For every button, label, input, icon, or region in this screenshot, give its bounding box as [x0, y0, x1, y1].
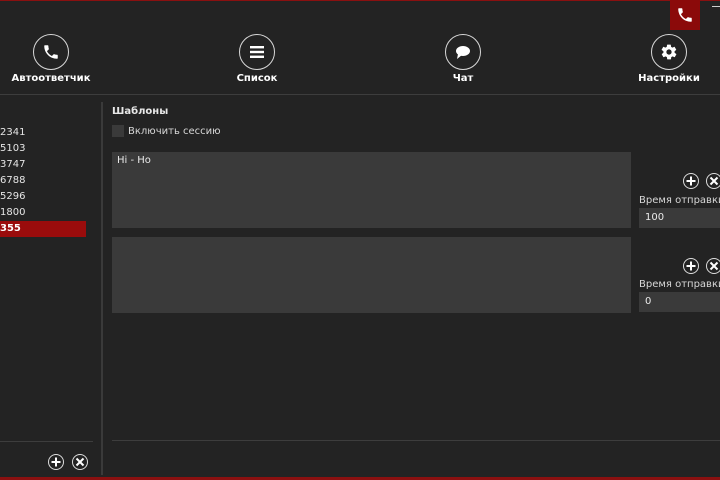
send-time-input-1[interactable]: 100: [639, 208, 720, 228]
remove-template-button[interactable]: [706, 173, 720, 189]
nav-autoresponder[interactable]: Автоответчик: [0, 34, 106, 84]
list-item[interactable]: 2341: [0, 125, 86, 141]
phone-icon: [44, 45, 58, 59]
template-text-1[interactable]: Hi - Ho: [112, 152, 631, 228]
add-template-button[interactable]: [683, 258, 699, 274]
number-list: 2341 5103 3747 6788 5296 1800 355: [0, 125, 86, 237]
nav-list-circle: [239, 34, 275, 70]
call-button[interactable]: [670, 0, 700, 30]
plus-icon: [51, 457, 61, 467]
session-checkbox-label: Включить сессию: [128, 126, 221, 137]
nav-autoresponder-circle: [33, 34, 69, 70]
add-list-item-button[interactable]: [48, 454, 64, 470]
template-text-2[interactable]: [112, 237, 631, 313]
nav-list-label: Список: [236, 73, 278, 84]
list-item[interactable]: 6788: [0, 173, 86, 189]
list-item[interactable]: 1800: [0, 205, 86, 221]
nav-list[interactable]: Список: [202, 34, 312, 84]
list-item[interactable]: 5296: [0, 189, 86, 205]
header-divider: [0, 94, 720, 95]
nav-chat[interactable]: Чат: [408, 34, 518, 84]
list-item[interactable]: 3747: [0, 157, 86, 173]
list-item[interactable]: 5103: [0, 141, 86, 157]
remove-template-button[interactable]: [706, 258, 720, 274]
nav-settings[interactable]: Настройки: [614, 34, 720, 84]
add-template-button[interactable]: [683, 173, 699, 189]
remove-list-item-button[interactable]: [72, 454, 88, 470]
nav-chat-circle: [445, 34, 481, 70]
send-time-input-2[interactable]: 0: [639, 292, 720, 312]
window-top-border: [0, 0, 720, 1]
list-item-selected[interactable]: 355: [0, 221, 86, 237]
nav-settings-label: Настройки: [638, 73, 700, 84]
chat-bubble-icon: [456, 46, 470, 59]
plus-icon: [686, 261, 696, 271]
close-icon: [709, 176, 719, 186]
send-time-label-2: Время отправки (в: [639, 279, 720, 290]
sidebar-footer-divider: [0, 441, 93, 442]
list-icon: [250, 46, 264, 58]
send-time-label-1: Время отправки (в: [639, 195, 720, 206]
nav-chat-label: Чат: [452, 73, 474, 84]
close-icon: [75, 457, 85, 467]
close-icon: [709, 261, 719, 271]
templates-title: Шаблоны: [112, 106, 169, 117]
nav-settings-circle: [651, 34, 687, 70]
sidebar-divider: [101, 102, 103, 475]
session-checkbox[interactable]: [112, 125, 124, 137]
nav-autoresponder-label: Автоответчик: [11, 73, 91, 84]
gear-icon: [661, 44, 677, 60]
minimize-button[interactable]: [710, 0, 720, 14]
content-footer-divider: [112, 440, 720, 441]
phone-icon: [678, 8, 692, 22]
plus-icon: [686, 176, 696, 186]
